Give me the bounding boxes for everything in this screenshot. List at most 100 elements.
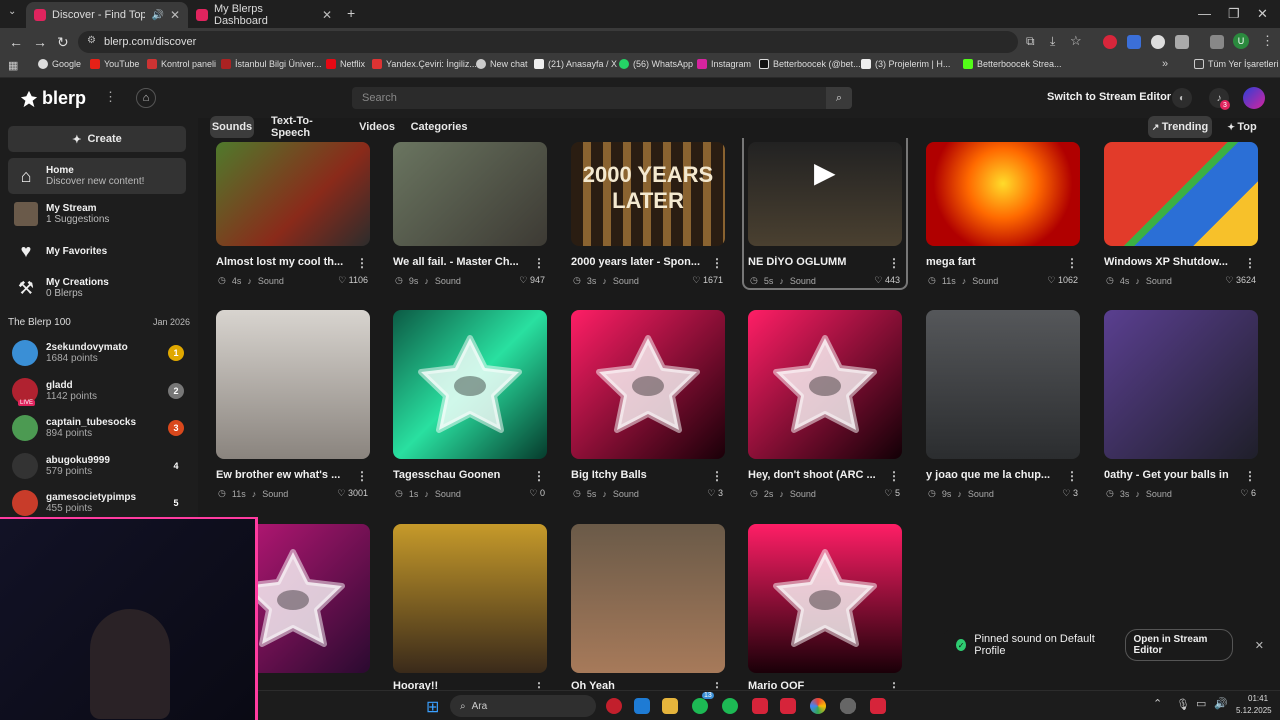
close-tab-icon[interactable]: ✕	[170, 8, 180, 22]
opera-icon[interactable]	[606, 698, 622, 714]
sound-title[interactable]: 2000 years later - Spon...	[571, 256, 717, 268]
chrome-icon[interactable]	[810, 698, 826, 714]
sound-title[interactable]: mega fart	[926, 256, 1072, 268]
sound-title[interactable]: Windows XP Shutdow...	[1104, 256, 1250, 268]
more-options-icon[interactable]: ⋮	[711, 469, 723, 483]
sound-title[interactable]: Tagesschau Goonen	[393, 469, 539, 481]
more-options-icon[interactable]: ⋮	[1244, 256, 1256, 270]
restore-icon[interactable]: ❐	[1228, 6, 1240, 22]
more-options-icon[interactable]: ⋮	[711, 256, 723, 270]
tray-chevron-icon[interactable]: ⌃	[1153, 697, 1162, 710]
search-input[interactable]: Search ⌕	[352, 87, 852, 109]
more-options-icon[interactable]: ⋮	[356, 469, 368, 483]
sidebar-item-my-stream[interactable]: My Stream 1 Suggestions	[8, 196, 186, 232]
bookmark[interactable]: (3) Projelerim | H...	[861, 59, 950, 69]
extensions-puzzle-icon[interactable]	[1175, 35, 1189, 49]
search-icon[interactable]: ⌕	[826, 87, 852, 109]
sound-thumbnail[interactable]	[748, 524, 902, 673]
more-bookmarks-icon[interactable]: »	[1162, 58, 1168, 70]
sidebar-item-favorites[interactable]: ♥ My Favorites	[8, 233, 186, 269]
sort-trending[interactable]: ↗ Trending	[1148, 116, 1212, 138]
microphone-icon[interactable]: 🎙	[1176, 698, 1190, 711]
bookmark[interactable]: (56) WhatsApp	[619, 59, 693, 69]
bookmark[interactable]: İstanbul Bilgi Üniver...	[221, 59, 322, 69]
sound-thumbnail[interactable]	[216, 142, 370, 246]
filter-sounds[interactable]: Sounds	[210, 116, 254, 138]
sidebar-item-home[interactable]: ⌂ Home Discover new content!	[8, 158, 186, 194]
more-options-icon[interactable]: ⋮	[1066, 469, 1078, 483]
menu-icon[interactable]: ⋮	[1261, 33, 1274, 49]
more-options-icon[interactable]: ⋮	[104, 89, 117, 105]
tab-dashboard[interactable]: My Blerps Dashboard ✕	[188, 2, 340, 28]
volume-icon[interactable]: ◐	[1172, 88, 1192, 108]
sound-thumbnail[interactable]: 2000 YEARS LATER	[571, 142, 725, 246]
sort-top[interactable]: ✦ Top	[1222, 116, 1262, 138]
app-icon[interactable]	[752, 698, 768, 714]
site-info-icon[interactable]: ⚙	[87, 35, 96, 46]
bookmark[interactable]: Google	[38, 59, 81, 69]
more-options-icon[interactable]: ⋮	[1066, 256, 1078, 270]
open-stream-editor-button[interactable]: Open in Stream Editor	[1124, 629, 1233, 661]
app-icon[interactable]	[780, 698, 796, 714]
leaderboard-entry[interactable]: captain_tubesocks 894 points 3	[12, 413, 190, 443]
sound-title[interactable]: We all fail. - Master Ch...	[393, 256, 539, 268]
extension-icon[interactable]	[1103, 35, 1117, 49]
all-bookmarks[interactable]: Tüm Yer İşaretleri	[1194, 59, 1279, 69]
extension-icon[interactable]	[1151, 35, 1165, 49]
more-options-icon[interactable]: ⋮	[888, 469, 900, 483]
blerp-logo[interactable]: blerp	[20, 88, 86, 109]
clock-time[interactable]: 01:41	[1248, 694, 1268, 703]
tab-discover[interactable]: Discover - Find Top Blerps 🔊 ✕	[26, 2, 188, 28]
home-icon[interactable]: ⌂	[136, 88, 156, 108]
tab-list-icon[interactable]: ⌄	[8, 6, 16, 17]
app-icon[interactable]	[870, 698, 886, 714]
sound-thumbnail[interactable]	[393, 142, 547, 246]
filter-tts[interactable]: Text-To-Speech	[264, 115, 348, 139]
sound-thumbnail[interactable]	[1104, 310, 1258, 459]
close-tab-icon[interactable]: ✕	[322, 8, 332, 22]
bookmark[interactable]: Yandex.Çeviri: İngiliz...	[372, 59, 477, 69]
audio-icon[interactable]: 🔊	[151, 10, 163, 21]
forward-icon[interactable]: →	[33, 34, 47, 50]
xbox-icon[interactable]	[692, 698, 708, 714]
sound-title[interactable]: 0athy - Get your balls in	[1104, 469, 1250, 481]
url-field[interactable]: ⚙ blerp.com/discover ⧉ ⤓ ☆	[78, 31, 1082, 53]
bookmark[interactable]: YouTube	[90, 59, 139, 69]
profile-avatar[interactable]: U	[1233, 33, 1249, 49]
stream-editor-button[interactable]: Switch to Stream Editor	[1047, 91, 1171, 103]
likes[interactable]: ♡ 6	[1240, 488, 1256, 499]
leaderboard-entry[interactable]: gamesocietypimps 455 points 5	[12, 488, 190, 518]
sound-thumbnail[interactable]	[926, 142, 1080, 246]
more-options-icon[interactable]: ⋮	[356, 256, 368, 270]
bookmark[interactable]: Betterboocek (@bet...	[759, 59, 861, 69]
install-icon[interactable]: ⤓	[1050, 34, 1055, 49]
sound-thumbnail[interactable]	[216, 310, 370, 459]
apps-icon[interactable]: ▦	[8, 59, 18, 72]
likes[interactable]: ♡ 947	[519, 275, 545, 286]
filter-categories[interactable]: Categories	[408, 116, 470, 138]
outlook-icon[interactable]	[634, 698, 650, 714]
sound-title[interactable]: Almost lost my cool th...	[216, 256, 362, 268]
extension-icon[interactable]	[1127, 35, 1141, 49]
user-avatar[interactable]	[1243, 87, 1265, 109]
likes[interactable]: ♡ 5	[884, 488, 900, 499]
leaderboard-entry[interactable]: LIVE gladd 1142 points 2	[12, 376, 190, 406]
sound-thumbnail[interactable]	[571, 524, 725, 673]
more-options-icon[interactable]: ⋮	[533, 256, 545, 270]
sound-thumbnail[interactable]	[926, 310, 1080, 459]
taskbar-search[interactable]: ⌕ Ara	[450, 695, 596, 717]
sound-thumbnail[interactable]	[393, 524, 547, 673]
likes[interactable]: ♡ 3	[707, 488, 723, 499]
new-tab-button[interactable]: +	[347, 5, 355, 21]
close-window-icon[interactable]: ✕	[1257, 6, 1268, 22]
more-options-icon[interactable]: ⋮	[1244, 469, 1256, 483]
media-icon[interactable]	[1210, 35, 1224, 49]
sidebar-item-creations[interactable]: ⚒ My Creations 0 Blerps	[8, 270, 186, 306]
likes[interactable]: ♡ 1671	[692, 275, 723, 286]
likes[interactable]: ♡ 3	[1062, 488, 1078, 499]
leaderboard-entry[interactable]: abugoku9999 579 points 4	[12, 451, 190, 481]
sound-title[interactable]: y joao que me la chup...	[926, 469, 1072, 481]
speaker-icon[interactable]: 🔊	[1214, 697, 1228, 710]
leaderboard-entry[interactable]: 2sekundovymato 1684 points 1	[12, 338, 190, 368]
create-button[interactable]: ✦ Create	[8, 126, 186, 152]
